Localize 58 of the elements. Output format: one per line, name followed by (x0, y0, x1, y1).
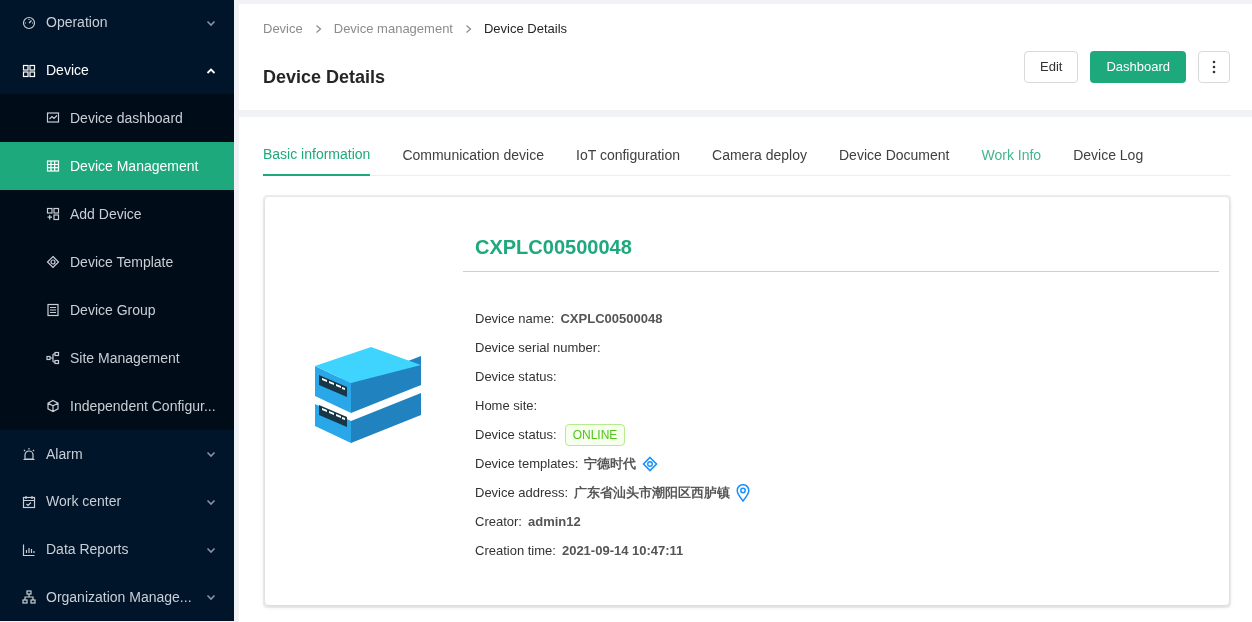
sidebar-item[interactable]: Data Reports (0, 525, 234, 574)
field-value: 宁德时代 (584, 454, 637, 473)
tab[interactable]: Communication device (402, 135, 544, 176)
sidebar-item[interactable]: Work center (0, 478, 234, 526)
chevron-down-icon (206, 592, 216, 603)
field-label: Device address: (475, 483, 569, 502)
location-pin-icon[interactable] (736, 483, 751, 502)
hierarchy-icon (22, 590, 36, 605)
chevron-right-icon (465, 23, 472, 34)
template-icon[interactable] (642, 455, 659, 472)
monitor-icon (46, 111, 60, 126)
sidebar-subitem[interactable]: Device Template (0, 238, 234, 287)
device-heading: CXPLC00500048 (463, 197, 1219, 272)
sidebar-subitem[interactable]: Device dashboard (0, 94, 234, 143)
more-icon (1212, 60, 1216, 74)
field-value: 广东省汕头市潮阳区西胪镇 (574, 483, 731, 502)
field-label: Device serial number: (475, 338, 601, 357)
tab[interactable]: Camera deploy (712, 135, 807, 176)
page-title: Device Details (263, 65, 386, 89)
sidebar-item[interactable]: Operation (0, 0, 234, 47)
sidebar-item[interactable]: Device (0, 46, 234, 95)
breadcrumb-current: Device Details (484, 20, 568, 38)
field-label: Creator: (475, 512, 522, 531)
field-label: Creation time: (475, 541, 556, 560)
add-grid-icon (46, 207, 60, 222)
field-label: Device name: (475, 309, 555, 328)
chevron-right-icon (314, 23, 322, 34)
chevron-down-icon (206, 449, 216, 460)
field-label: Device status: (475, 367, 557, 386)
cube-outline-icon (46, 255, 60, 270)
nodes-icon (46, 351, 60, 366)
sidebar-subitem[interactable]: Site Management (0, 334, 234, 383)
bar-chart-icon (22, 542, 36, 557)
sidebar-item[interactable]: Alarm (0, 430, 234, 478)
tab[interactable]: Device Document (839, 135, 950, 176)
edit-button[interactable]: Edit (1024, 51, 1079, 83)
breadcrumb-link[interactable]: Device (263, 19, 303, 39)
field-label: Home site: (475, 396, 538, 415)
alarm-icon (22, 447, 36, 462)
tab[interactable]: Device Log (1073, 135, 1144, 176)
tab[interactable]: IoT configuration (576, 135, 681, 176)
building-icon (46, 303, 60, 318)
sidebar-subitem[interactable]: Device Group (0, 286, 234, 335)
calendar-icon (22, 494, 36, 509)
grid-icon (22, 63, 36, 78)
sidebar-subitem[interactable]: Independent Configur... (0, 382, 234, 431)
breadcrumb-link[interactable]: Device management (333, 19, 453, 39)
field-label: Device status: (475, 425, 557, 444)
table-icon (46, 159, 60, 174)
field-value: admin12 (527, 512, 581, 531)
field-value: CXPLC00500048 (560, 309, 663, 328)
status-tag: ONLINE (564, 423, 626, 446)
gauge-icon (22, 15, 36, 30)
sidebar-subitem[interactable]: Add Device (0, 190, 234, 239)
cube-icon (46, 399, 60, 414)
sidebar-item[interactable]: Organization Manage... (0, 573, 234, 622)
field-label: Device templates: (475, 454, 579, 473)
field-value: 2021-09-14 10:47:11 (561, 541, 684, 560)
